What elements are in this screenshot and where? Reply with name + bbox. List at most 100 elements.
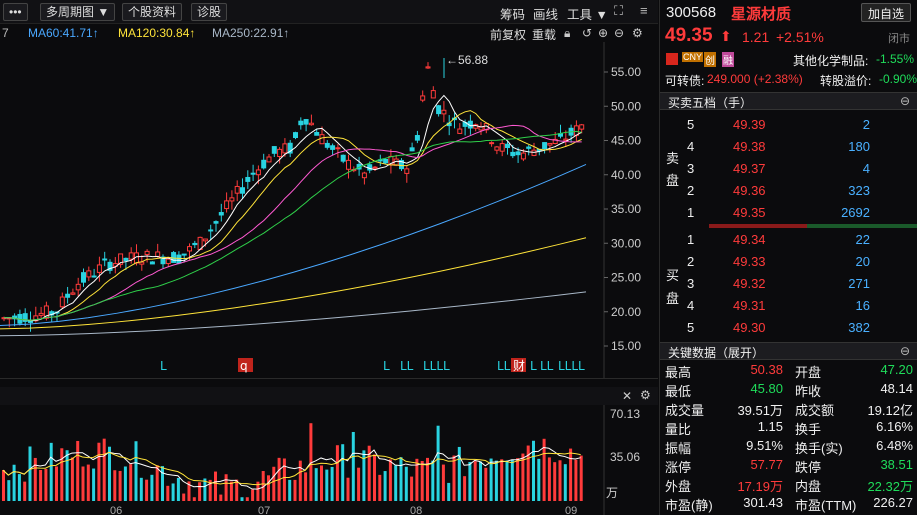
cny-badge: CNY (682, 52, 704, 62)
chips-button[interactable]: 筹码 (500, 4, 525, 23)
diagnose-button[interactable]: 诊股 (191, 3, 228, 21)
volume-bar (500, 459, 504, 501)
volume-bar (547, 457, 551, 501)
candle-body (335, 147, 341, 150)
event-marker[interactable]: LLLL (558, 359, 585, 373)
price-tick-label: 30.00 (611, 236, 641, 250)
zoom-in-icon[interactable]: ⊕ (598, 26, 608, 40)
candle-body (330, 145, 336, 150)
ma-partial: 7 (2, 26, 9, 40)
peak-price-label: ←56.88 (446, 53, 488, 67)
bid-volume: 271 (848, 276, 870, 291)
bid-row[interactable]: 3 49.32 271 (660, 273, 917, 295)
volume-settings-icon[interactable]: ⚙ (640, 388, 651, 402)
bid-volume: 20 (855, 254, 870, 269)
key-data-collapse-icon[interactable]: ⊖ (900, 344, 910, 358)
key-data-value: 50.38 (750, 362, 783, 377)
volume-bar (441, 464, 445, 501)
bid-row[interactable]: 2 49.33 20 (660, 251, 917, 273)
volume-bar (134, 441, 138, 501)
volume-bar (28, 446, 32, 501)
period-dropdown[interactable]: 多周期图 ▼ (40, 3, 116, 21)
candlestick-chart[interactable]: 55.00 50.00 45.00 40.00 35.00 30.00 25.00 20.00… (0, 42, 658, 378)
close-icon[interactable]: ✕ (622, 389, 632, 403)
event-marker[interactable]: 财 (513, 359, 525, 373)
ask-row[interactable]: 3 49.37 4 (660, 158, 917, 180)
candle-body (123, 257, 129, 262)
collapse-icon[interactable]: ⊖ (900, 94, 910, 108)
undo-icon[interactable]: ↺ (582, 26, 592, 40)
volume-bar (219, 494, 223, 501)
candle-body (542, 142, 548, 150)
key-data-value: 6.48% (876, 438, 913, 453)
adjust-button[interactable]: 前复权 (490, 26, 526, 43)
volume-bar (298, 460, 302, 501)
volume-chart[interactable]: 70.13 35.06 万 06 07 08 09 (0, 405, 658, 515)
bid-row[interactable]: 1 49.34 22 (660, 229, 917, 251)
ask-row[interactable]: 1 49.35 2692 (660, 202, 917, 224)
volume-bar (579, 455, 583, 501)
volume-bar (569, 448, 573, 501)
bid-row[interactable]: 4 49.31 16 (660, 295, 917, 317)
candle-body (505, 143, 510, 149)
volume-bar (65, 450, 69, 501)
event-marker[interactable]: L (383, 359, 390, 373)
key-data-value: 45.80 (750, 381, 783, 396)
key-data-value: 47.20 (880, 362, 913, 377)
volume-bar (304, 472, 308, 501)
convertible-value[interactable]: 249.000 (+2.38%) (707, 72, 803, 86)
candle-body (128, 252, 134, 260)
volume-bar (70, 457, 74, 501)
ask-row[interactable]: 2 49.36 323 (660, 180, 917, 202)
settings-icon[interactable]: ≡ (640, 3, 648, 18)
ask-row[interactable]: 5 49.39 2 (660, 114, 917, 136)
ma60-value: MA60:41.71↑ (28, 26, 99, 40)
tools-dropdown[interactable]: 工具 ▼ (567, 4, 608, 23)
candle-body (165, 258, 171, 265)
volume-bar (410, 476, 414, 501)
volume-bar (198, 482, 202, 501)
moving-average-legend: 7 MA60:41.71↑ MA120:30.84↑ MA250:22.91↑ … (0, 24, 658, 42)
fullscreen-icon[interactable]: ⛶ (614, 3, 623, 19)
candle-body (224, 200, 230, 210)
volume-bar (516, 458, 520, 501)
buy-side-label-1: 买 (666, 268, 680, 283)
sector-label[interactable]: 其他化学制品: (793, 52, 868, 69)
candle-body (510, 151, 516, 157)
key-data-value: 1.15 (757, 419, 783, 434)
event-marker[interactable]: L (530, 359, 537, 373)
volume-bar (192, 497, 196, 501)
bid-row[interactable]: 5 49.30 382 (660, 317, 917, 339)
ask-row[interactable]: 4 49.38 180 (660, 136, 917, 158)
volume-bar (335, 445, 339, 501)
volume-bar (293, 479, 297, 501)
volume-bar (399, 457, 403, 501)
event-marker[interactable]: LL (540, 359, 554, 373)
zoom-out-icon[interactable]: ⊖ (614, 26, 624, 40)
price-tick-label: 50.00 (611, 99, 641, 113)
event-marker[interactable]: q (240, 359, 248, 373)
lock-icon[interactable]: 🔒︎ (564, 26, 570, 41)
more-button[interactable]: ••• (3, 3, 28, 21)
candle-body (81, 272, 86, 283)
key-data-title[interactable]: 关键数据（展开） (668, 344, 764, 361)
volume-bar (314, 468, 318, 501)
volume-bar (97, 442, 101, 501)
reload-button[interactable]: 重载 (532, 26, 556, 43)
candle-body (324, 142, 330, 148)
candle-body (499, 143, 505, 152)
event-marker[interactable]: LLLL (423, 359, 450, 373)
volume-bar (86, 464, 90, 501)
event-marker[interactable]: LL (400, 359, 414, 373)
candle-body (414, 135, 420, 141)
event-marker[interactable]: LL (497, 359, 511, 373)
event-marker[interactable]: L (160, 359, 167, 373)
orderbook-header: 买卖五档（手） ⊖ (660, 92, 917, 110)
add-watchlist-button[interactable]: 加自选 (861, 3, 912, 22)
key-data-value: 38.51 (880, 457, 913, 472)
chart-settings-icon[interactable]: ⚙ (632, 26, 643, 40)
key-data-label: 最低 (665, 384, 692, 399)
sector-change: -1.55% (876, 52, 915, 66)
stock-profile-button[interactable]: 个股资料 (122, 3, 183, 21)
draw-line-button[interactable]: 画线 (533, 4, 558, 23)
